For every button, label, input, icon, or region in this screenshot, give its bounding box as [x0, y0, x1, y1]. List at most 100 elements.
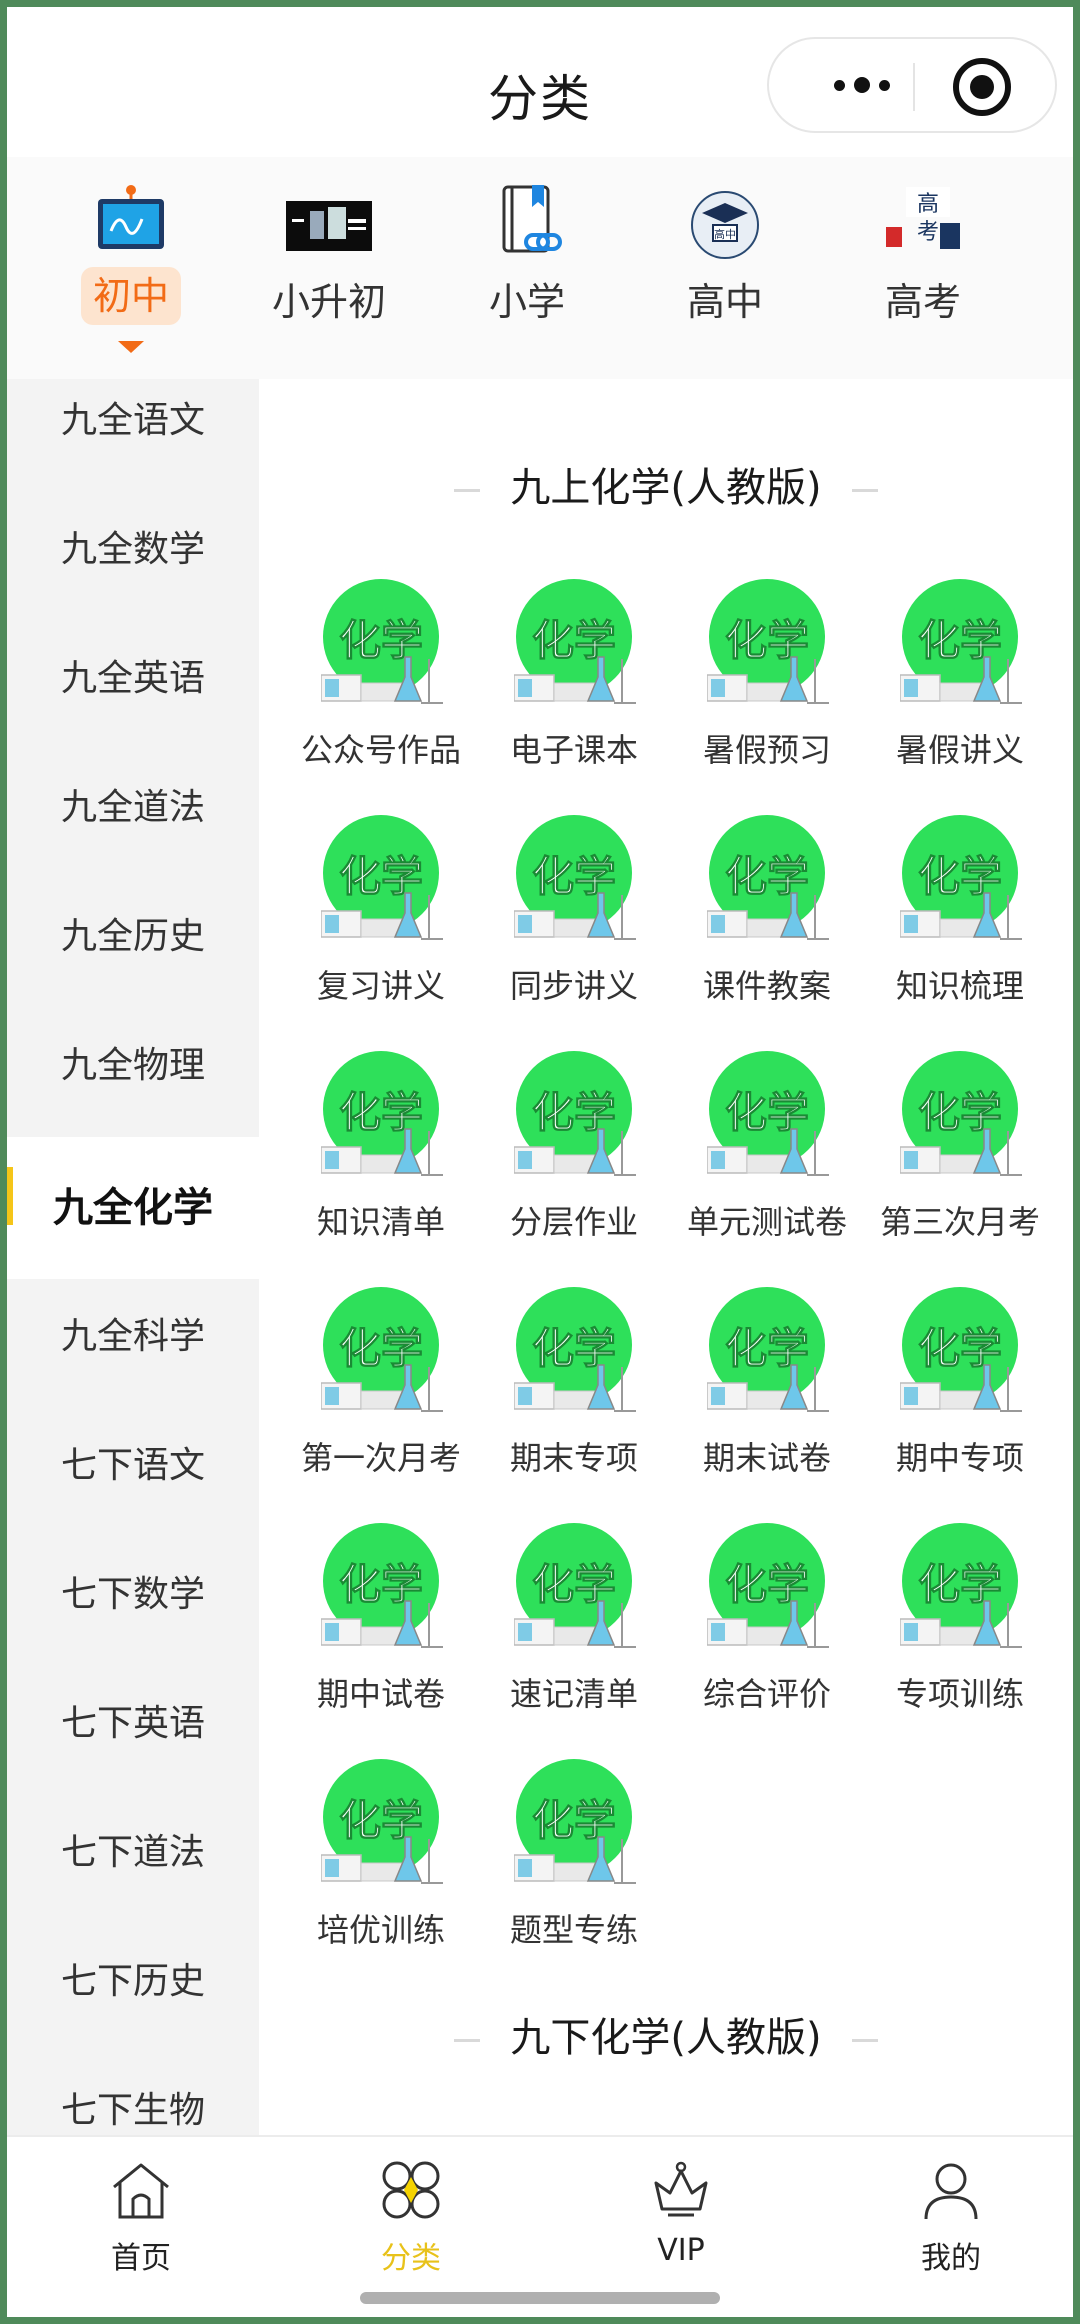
level-label: 高中	[686, 280, 763, 324]
category-tile[interactable]: 化学 复习讲义	[285, 815, 477, 1025]
category-tile-label: 综合评价	[702, 1675, 831, 1713]
chemistry-icon: 化学	[514, 1523, 636, 1648]
level-tab-primary-to-junior[interactable]: 小升初	[239, 183, 419, 373]
category-tile[interactable]: 化学 第三次月考	[864, 1051, 1056, 1261]
category-tile-label: 专项训练	[895, 1675, 1024, 1713]
mini-program-capsule	[767, 37, 1057, 133]
level-tab-primary[interactable]: 小学	[437, 183, 617, 373]
category-tile-label: 培优训练	[316, 1911, 445, 1949]
category-tile-label: 期末专项	[509, 1439, 638, 1477]
category-tile[interactable]: 化学 电子课本	[478, 579, 670, 789]
tab-label: VIP	[657, 2233, 705, 2268]
category-tile[interactable]: 化学 期中专项	[864, 1287, 1056, 1497]
user-icon	[924, 2163, 978, 2220]
home-icon	[113, 2163, 169, 2219]
category-tile[interactable]: 化学 暑假预习	[671, 579, 863, 789]
sidebar-item[interactable]: 九全科学	[7, 1287, 259, 1387]
category-tile-label: 暑假预习	[702, 731, 831, 769]
category-tile[interactable]: 化学 题型专练	[478, 1759, 670, 1969]
category-tile-label: 题型专练	[509, 1911, 638, 1949]
category-tile[interactable]: 化学 期中试卷	[285, 1523, 477, 1733]
section-title: 九上化学(人教版)	[259, 455, 1073, 513]
level-label: 高考	[884, 280, 961, 324]
sidebar-item[interactable]: 七下生物	[7, 2061, 259, 2135]
chemistry-icon: 化学	[321, 1523, 443, 1648]
category-tile[interactable]: 化学 第一次月考	[285, 1287, 477, 1497]
more-icon[interactable]	[807, 39, 917, 131]
svg-text:考: 考	[917, 220, 939, 245]
sidebar-item[interactable]: 九全语文	[7, 379, 259, 471]
category-tile-label: 复习讲义	[316, 967, 445, 1005]
banner-icon	[286, 201, 372, 251]
category-tile-label: 分层作业	[509, 1203, 638, 1241]
sidebar-item[interactable]: 九全数学	[7, 500, 259, 600]
category-tile[interactable]: 化学 分层作业	[478, 1051, 670, 1261]
sidebar-item-active[interactable]: 九全化学	[7, 1137, 259, 1279]
level-tab-junior[interactable]: 初中	[41, 183, 221, 373]
tab-mine[interactable]: 我的	[851, 2149, 1051, 2276]
level-tab-senior[interactable]: 高中 高中	[635, 183, 815, 373]
level-label: 初中	[81, 267, 181, 325]
tab-label: 首页	[111, 2241, 171, 2276]
graduation-cap-icon: 高中	[691, 191, 759, 259]
chemistry-icon: 化学	[707, 579, 829, 704]
category-tile[interactable]: 化学 期末试卷	[671, 1287, 863, 1497]
chemistry-icon: 化学	[707, 1523, 829, 1648]
level-tab-gaokao[interactable]: 高 考 高考	[833, 183, 1013, 373]
category-tile-label: 第三次月考	[879, 1203, 1040, 1241]
category-tile-label: 公众号作品	[300, 731, 461, 769]
category-tile[interactable]: 化学 速记清单	[478, 1523, 670, 1733]
sidebar-item[interactable]: 九全物理	[7, 1016, 259, 1116]
chemistry-icon: 化学	[900, 1051, 1022, 1176]
category-tile[interactable]: 化学 知识梳理	[864, 815, 1056, 1025]
sidebar-item[interactable]: 七下道法	[7, 1803, 259, 1903]
section-title: 九下化学(人教版)	[259, 2005, 1073, 2063]
active-caret-icon	[118, 341, 144, 353]
gaokao-icon: 高 考	[886, 187, 960, 249]
category-tile[interactable]: 化学 单元测试卷	[671, 1051, 863, 1261]
category-tile[interactable]: 化学 暑假讲义	[864, 579, 1056, 789]
home-indicator	[360, 2292, 720, 2304]
sidebar-item[interactable]: 九全道法	[7, 758, 259, 858]
chemistry-icon: 化学	[321, 815, 443, 940]
tab-category[interactable]: 分类	[311, 2149, 511, 2276]
category-tile[interactable]: 化学 知识清单	[285, 1051, 477, 1261]
chemistry-icon: 化学	[900, 579, 1022, 704]
category-tile-label: 第一次月考	[300, 1439, 461, 1477]
category-tile-label: 期中专项	[895, 1439, 1024, 1477]
category-tile-label: 单元测试卷	[686, 1203, 847, 1241]
category-tile-label: 知识梳理	[895, 967, 1024, 1005]
tab-vip[interactable]: VIP	[581, 2149, 781, 2269]
sidebar-item[interactable]: 九全英语	[7, 629, 259, 729]
tab-home[interactable]: 首页	[41, 2149, 241, 2276]
sidebar-item[interactable]: 九全历史	[7, 887, 259, 987]
category-tile-label: 暑假讲义	[895, 731, 1024, 769]
category-tile[interactable]: 化学 专项训练	[864, 1523, 1056, 1733]
category-tile[interactable]: 化学 公众号作品	[285, 579, 477, 789]
capsule-divider	[913, 63, 915, 111]
chemistry-icon: 化学	[900, 1523, 1022, 1648]
category-tile-label: 速记清单	[509, 1675, 638, 1713]
category-tile-label: 同步讲义	[509, 967, 638, 1005]
chemistry-icon: 化学	[321, 1051, 443, 1176]
category-tile-label: 电子课本	[509, 731, 638, 769]
chemistry-icon: 化学	[707, 1287, 829, 1412]
category-tile-label: 期中试卷	[316, 1675, 445, 1713]
close-target-icon[interactable]	[953, 58, 1011, 116]
category-tile[interactable]: 化学 同步讲义	[478, 815, 670, 1025]
sidebar-item[interactable]: 七下语文	[7, 1416, 259, 1516]
category-tile[interactable]: 化学 培优训练	[285, 1759, 477, 1969]
sidebar-item[interactable]: 七下数学	[7, 1545, 259, 1645]
chemistry-icon: 化学	[321, 1759, 443, 1884]
category-tile[interactable]: 化学 期末专项	[478, 1287, 670, 1497]
category-tile[interactable]: 化学 综合评价	[671, 1523, 863, 1733]
book-link-icon	[502, 185, 562, 253]
sidebar-item[interactable]: 七下历史	[7, 1932, 259, 2032]
chemistry-icon: 化学	[707, 1051, 829, 1176]
chemistry-icon: 化学	[321, 1287, 443, 1412]
category-tile[interactable]: 化学 课件教案	[671, 815, 863, 1025]
chemistry-icon: 化学	[514, 1759, 636, 1884]
subject-sidebar: 九全语文 九全数学 九全英语 九全道法 九全历史 九全物理 九全化学 九全科学 …	[7, 379, 259, 2135]
chemistry-icon: 化学	[900, 815, 1022, 940]
sidebar-item[interactable]: 七下英语	[7, 1674, 259, 1774]
